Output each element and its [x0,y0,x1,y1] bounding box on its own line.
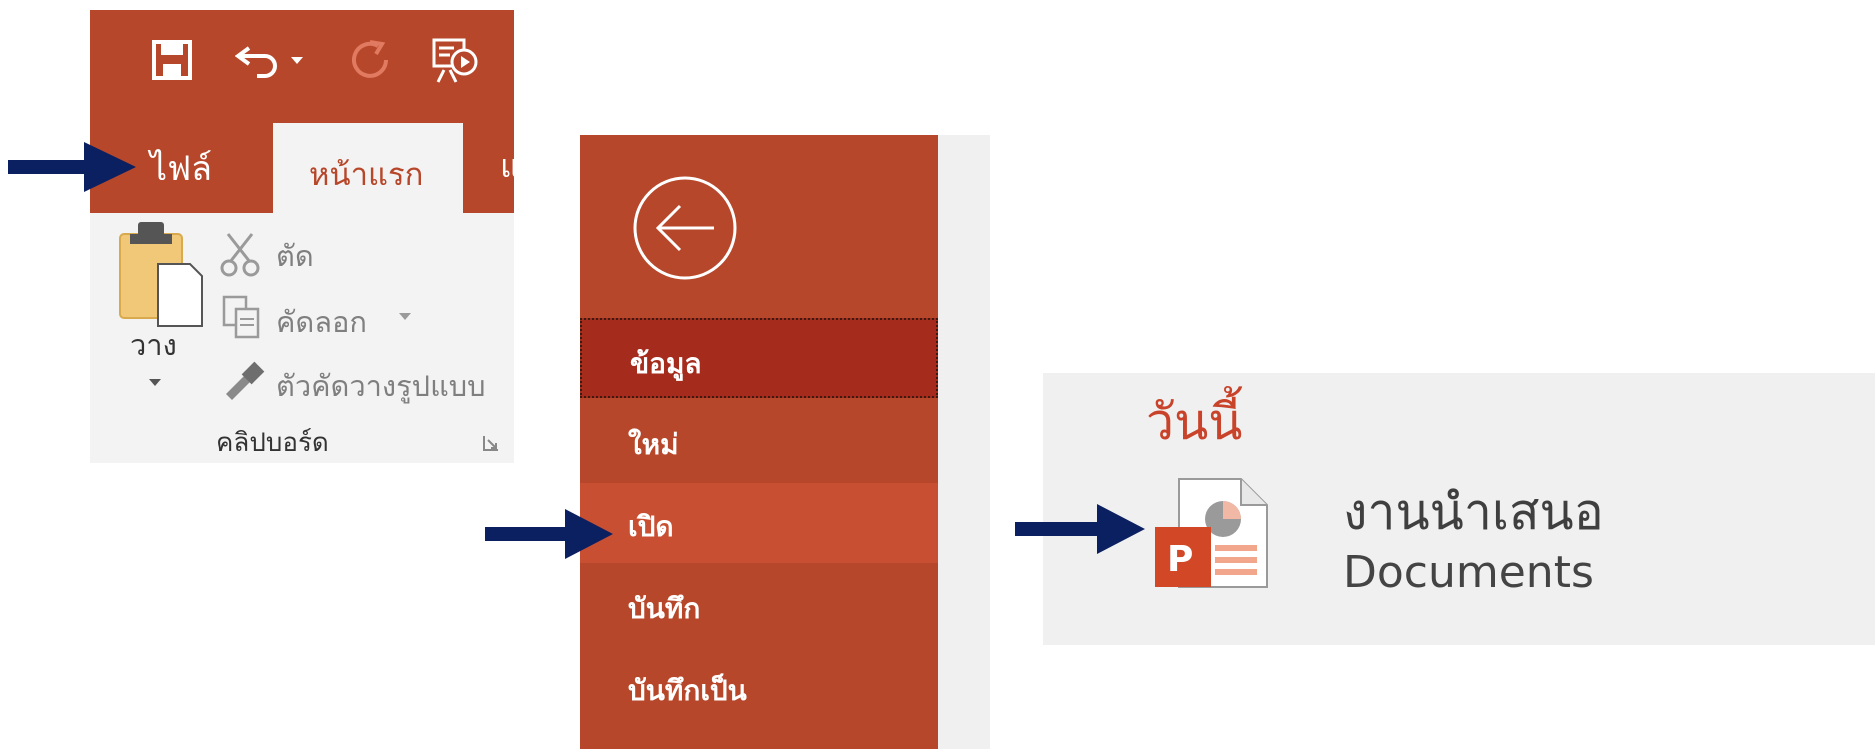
tab-home-label: หน้าแรก [309,157,424,193]
pointer-arrow-file [8,142,136,192]
backstage-nav: ข้อมูล ใหม่ เปิด บันทึก บันทึกเป็น [580,135,938,749]
chevron-down-icon[interactable] [290,56,304,66]
powerpoint-file-icon: P [1155,478,1268,588]
tab-home[interactable]: หน้าแรก [273,123,463,213]
ribbon-tabs: ไฟล์ หน้าแรก แ [90,113,514,213]
format-painter-button[interactable]: ตัวคัดวางรูปแบบ [276,363,486,409]
pointer-arrow-recent-file [1015,504,1145,554]
backstage-item-info[interactable]: ข้อมูล [580,318,938,398]
pointer-arrow-open [485,509,613,559]
tab-next[interactable]: แ [500,141,514,192]
backstage-panel: ข้อมูล ใหม่ เปิด บันทึก บันทึกเป็น [580,135,990,749]
backstage-item-save[interactable]: บันทึก [580,565,938,645]
paste-icon[interactable] [118,220,204,328]
paste-dropdown-icon[interactable] [148,378,162,388]
save-icon[interactable] [152,40,192,80]
undo-icon[interactable] [235,38,285,82]
recent-group-title: วันนี้ [1146,393,1243,451]
format-painter-icon [226,361,265,400]
start-slideshow-icon[interactable] [430,36,482,86]
backstage-item-new[interactable]: ใหม่ [580,401,938,481]
recent-file-item[interactable]: P งานนำเสนอ Documents [1153,473,1793,603]
clipboard-group-label: คลิปบอร์ด [216,428,329,458]
backstage-item-label: ใหม่ [628,428,679,461]
copy-button[interactable]: คัดลอก [276,299,367,345]
scissors-icon [220,233,260,277]
backstage-item-label: บันทึกเป็น [628,674,747,707]
ribbon-panel: ไฟล์ หน้าแรก แ วาง ตัด คัดลอก ตัวคัดวางร… [90,10,514,463]
backstage-item-label: บันทึก [628,592,701,625]
redo-icon [352,40,388,78]
recent-file-name: งานนำเสนอ [1343,483,1604,541]
tab-file[interactable]: ไฟล์ [150,141,212,195]
recent-file-location: Documents [1343,547,1594,598]
copy-dropdown-icon[interactable] [398,312,412,322]
copy-icon [222,295,260,339]
quick-access-toolbar [90,10,514,113]
recent-files-panel: วันนี้ P งานนำเสนอ Documents [1043,373,1875,645]
backstage-item-save-as[interactable]: บันทึกเป็น [580,647,938,727]
paste-label[interactable]: วาง [130,322,177,368]
svg-text:P: P [1167,539,1193,580]
backstage-item-label: เปิด [628,510,674,543]
cut-button[interactable]: ตัด [276,233,314,279]
backstage-item-label: ข้อมูล [630,347,702,380]
dialog-launcher-icon[interactable] [482,434,500,452]
back-arrow-icon[interactable] [632,175,738,281]
backstage-item-open[interactable]: เปิด [580,483,938,563]
